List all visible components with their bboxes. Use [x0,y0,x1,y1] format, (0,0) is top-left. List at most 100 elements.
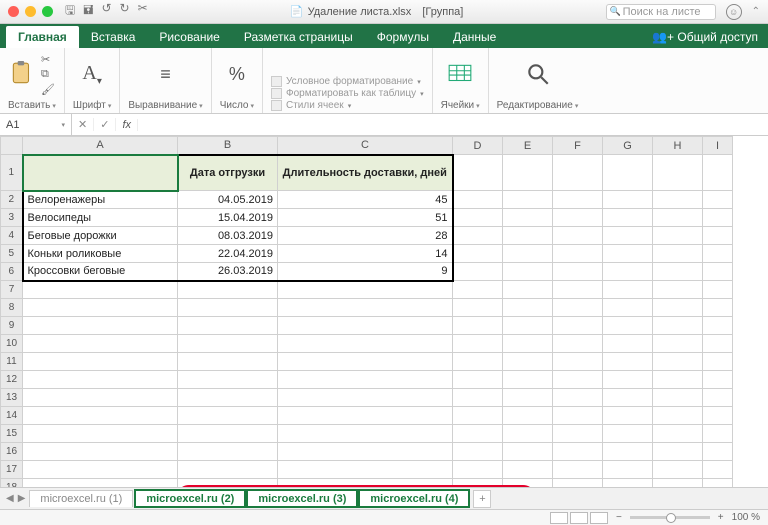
cell-C1[interactable]: Длительность доставки, дней [278,155,453,191]
percent-icon[interactable]: % [229,64,245,85]
cell-B1[interactable]: Дата отгрузки [178,155,278,191]
redo-icon[interactable]: ↻ [120,1,130,22]
cell-F9[interactable] [553,317,603,335]
cell-A10[interactable] [23,335,178,353]
cell-C5[interactable]: 14 [278,245,453,263]
sheet-nav-next-icon[interactable]: ▶ [18,493,26,504]
cell-C9[interactable] [278,317,453,335]
cell-C16[interactable] [278,443,453,461]
cell-G1[interactable] [603,155,653,191]
minimize-window-icon[interactable] [25,6,36,17]
row-header[interactable]: 16 [1,443,23,461]
tab-home[interactable]: Главная [6,26,79,48]
cell-H7[interactable] [653,281,703,299]
cell-B18[interactable] [178,479,278,488]
collapse-ribbon-icon[interactable]: ⌃ [752,6,760,17]
cell-E16[interactable] [503,443,553,461]
cell-I7[interactable] [703,281,733,299]
cell-H10[interactable] [653,335,703,353]
cell-G8[interactable] [603,299,653,317]
cell-B11[interactable] [178,353,278,371]
cell-H9[interactable] [653,317,703,335]
cell-F13[interactable] [553,389,603,407]
cell-D5[interactable] [453,245,503,263]
tab-draw[interactable]: Рисование [147,26,231,48]
cell-G16[interactable] [603,443,653,461]
cell-A8[interactable] [23,299,178,317]
cell-G11[interactable] [603,353,653,371]
row-header[interactable]: 8 [1,299,23,317]
font-icon[interactable]: A▾ [82,62,101,87]
row-header[interactable]: 3 [1,209,23,227]
cell-I8[interactable] [703,299,733,317]
name-box[interactable]: A1▾ [0,114,72,135]
cell-D12[interactable] [453,371,503,389]
cell-F15[interactable] [553,425,603,443]
cell-I5[interactable] [703,245,733,263]
print-icon[interactable]: 🖬 [83,1,93,22]
cell-B16[interactable] [178,443,278,461]
cell-D17[interactable] [453,461,503,479]
cell-E18[interactable] [503,479,553,488]
row-header[interactable]: 12 [1,371,23,389]
cell-E10[interactable] [503,335,553,353]
cell-I3[interactable] [703,209,733,227]
cell-H16[interactable] [653,443,703,461]
cell-F5[interactable] [553,245,603,263]
row-header[interactable]: 9 [1,317,23,335]
tab-layout[interactable]: Разметка страницы [232,26,365,48]
cell-B6[interactable]: 26.03.2019 [178,263,278,281]
column-header[interactable]: I [703,137,733,155]
cell-C8[interactable] [278,299,453,317]
cell-H15[interactable] [653,425,703,443]
cell-D11[interactable] [453,353,503,371]
row-header[interactable]: 14 [1,407,23,425]
cell-I2[interactable] [703,191,733,209]
cell-B5[interactable]: 22.04.2019 [178,245,278,263]
save-icon[interactable]: 🖫 [65,1,75,22]
column-header[interactable]: B [178,137,278,155]
column-header[interactable]: D [453,137,503,155]
cell-B14[interactable] [178,407,278,425]
cell-F6[interactable] [553,263,603,281]
cell-F7[interactable] [553,281,603,299]
cell-D18[interactable] [453,479,503,488]
add-sheet-button[interactable]: + [473,490,491,508]
cell-A5[interactable]: Коньки роликовые [23,245,178,263]
cell-G17[interactable] [603,461,653,479]
cell-A7[interactable] [23,281,178,299]
zoom-slider[interactable] [630,516,710,519]
cell-E3[interactable] [503,209,553,227]
cell-E17[interactable] [503,461,553,479]
cell-H18[interactable] [653,479,703,488]
paste-button[interactable] [9,61,35,87]
cell-F18[interactable] [553,479,603,488]
cell-F17[interactable] [553,461,603,479]
cell-C15[interactable] [278,425,453,443]
cell-F14[interactable] [553,407,603,425]
cell-A18[interactable] [23,479,178,488]
cell-H1[interactable] [653,155,703,191]
undo-icon[interactable]: ↺ [101,1,111,22]
row-header[interactable]: 11 [1,353,23,371]
cell-I16[interactable] [703,443,733,461]
cell-C14[interactable] [278,407,453,425]
cancel-formula-icon[interactable]: ✕ [72,118,94,131]
cell-H14[interactable] [653,407,703,425]
cell-D10[interactable] [453,335,503,353]
cell-I9[interactable] [703,317,733,335]
cell-H2[interactable] [653,191,703,209]
cell-F11[interactable] [553,353,603,371]
share-button[interactable]: 👥+ Общий доступ [642,26,768,48]
cell-F2[interactable] [553,191,603,209]
column-header[interactable]: E [503,137,553,155]
cell-B3[interactable]: 15.04.2019 [178,209,278,227]
column-header[interactable]: C [278,137,453,155]
cell-E1[interactable] [503,155,553,191]
conditional-formatting-button[interactable]: Условное форматирование▾ [271,76,424,87]
cell-D1[interactable] [453,155,503,191]
cell-H12[interactable] [653,371,703,389]
sheet-tab[interactable]: microexcel.ru (1) [29,490,133,507]
cell-D8[interactable] [453,299,503,317]
cell-E2[interactable] [503,191,553,209]
